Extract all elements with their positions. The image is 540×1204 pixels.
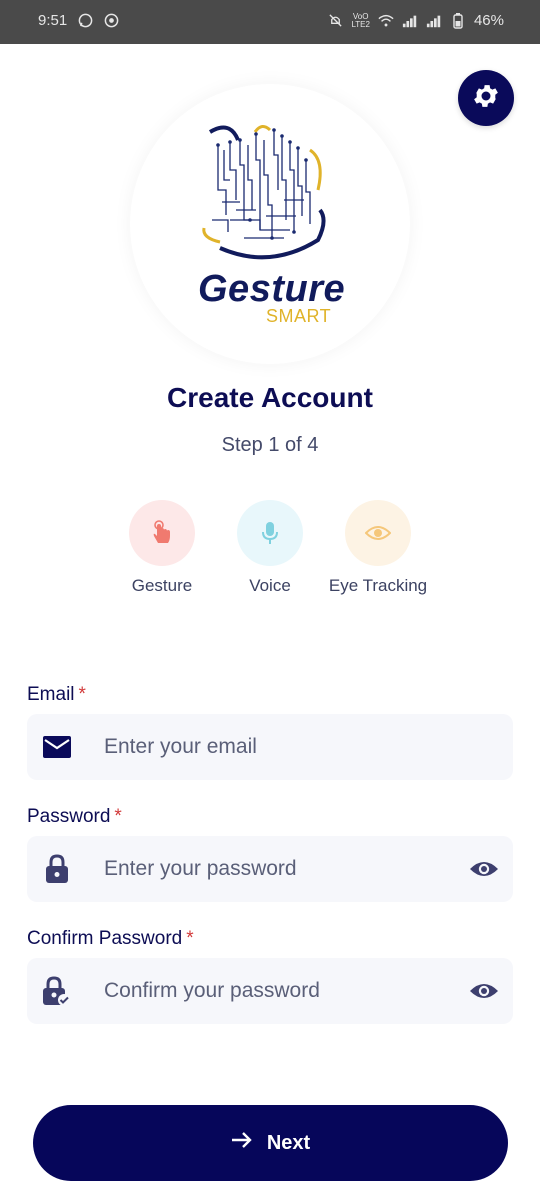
mode-voice[interactable]: Voice <box>210 500 330 596</box>
required-marker: * <box>114 806 122 827</box>
signal-icon <box>402 13 418 29</box>
logo-subtitle: SMART <box>266 306 332 326</box>
mode-gesture-badge <box>129 500 195 566</box>
password-field[interactable] <box>27 836 513 902</box>
confirm-password-input[interactable] <box>104 958 464 1024</box>
eye-icon <box>365 526 391 540</box>
email-label-text: Email <box>27 684 75 705</box>
next-button-label: Next <box>266 1131 311 1154</box>
lock-check-icon <box>41 975 73 1007</box>
email-input[interactable] <box>104 714 464 780</box>
email-field[interactable] <box>27 714 513 780</box>
mode-eye-tracking[interactable]: Eye Tracking <box>318 500 438 596</box>
wifi-icon <box>378 13 394 29</box>
mode-gesture[interactable]: Gesture <box>102 500 222 596</box>
mode-voice-label: Voice <box>249 576 291 595</box>
clock: 9:51 <box>38 12 68 29</box>
gear-icon <box>471 81 501 116</box>
mute-icon <box>327 13 343 29</box>
confirm-password-field[interactable] <box>27 958 513 1024</box>
mode-eye-badge <box>345 500 411 566</box>
page-title: Create Account <box>167 382 373 413</box>
toggle-confirm-visibility-icon[interactable] <box>467 974 501 1008</box>
battery-icon <box>450 12 466 29</box>
settings-button[interactable] <box>458 70 514 126</box>
network-type: VoO LTE2 <box>351 11 370 29</box>
app-logo: Gesture SMART <box>130 84 410 364</box>
lock-icon <box>41 853 73 885</box>
password-label: Password * <box>27 806 122 828</box>
microphone-icon <box>262 522 278 544</box>
vpn-icon <box>103 13 119 29</box>
mail-icon <box>41 731 73 763</box>
required-marker: * <box>186 928 194 949</box>
hand-circuit-logo-icon <box>202 125 326 260</box>
required-marker: * <box>78 684 86 705</box>
arrow-right-icon <box>231 1131 253 1155</box>
step-indicator: Step 1 of 4 <box>221 434 319 456</box>
password-label-text: Password <box>27 806 111 827</box>
next-button[interactable]: Next <box>33 1105 508 1181</box>
confirm-password-label: Confirm Password * <box>27 928 194 950</box>
logo-wordmark: Gesture <box>198 268 346 310</box>
mode-voice-badge <box>237 500 303 566</box>
password-input[interactable] <box>104 836 464 902</box>
whatsapp-icon <box>77 13 93 29</box>
toggle-password-visibility-icon[interactable] <box>467 852 501 886</box>
battery-percent: 46% <box>473 12 504 29</box>
hand-pointer-icon <box>153 520 170 543</box>
status-bar: 9:51 VoO LTE2 46% <box>0 0 540 44</box>
signal-2-icon <box>426 13 442 29</box>
email-label: Email * <box>27 684 86 706</box>
mode-eye-tracking-label: Eye Tracking <box>328 576 428 595</box>
mode-gesture-label: Gesture <box>131 576 193 595</box>
confirm-password-label-text: Confirm Password <box>27 928 183 949</box>
